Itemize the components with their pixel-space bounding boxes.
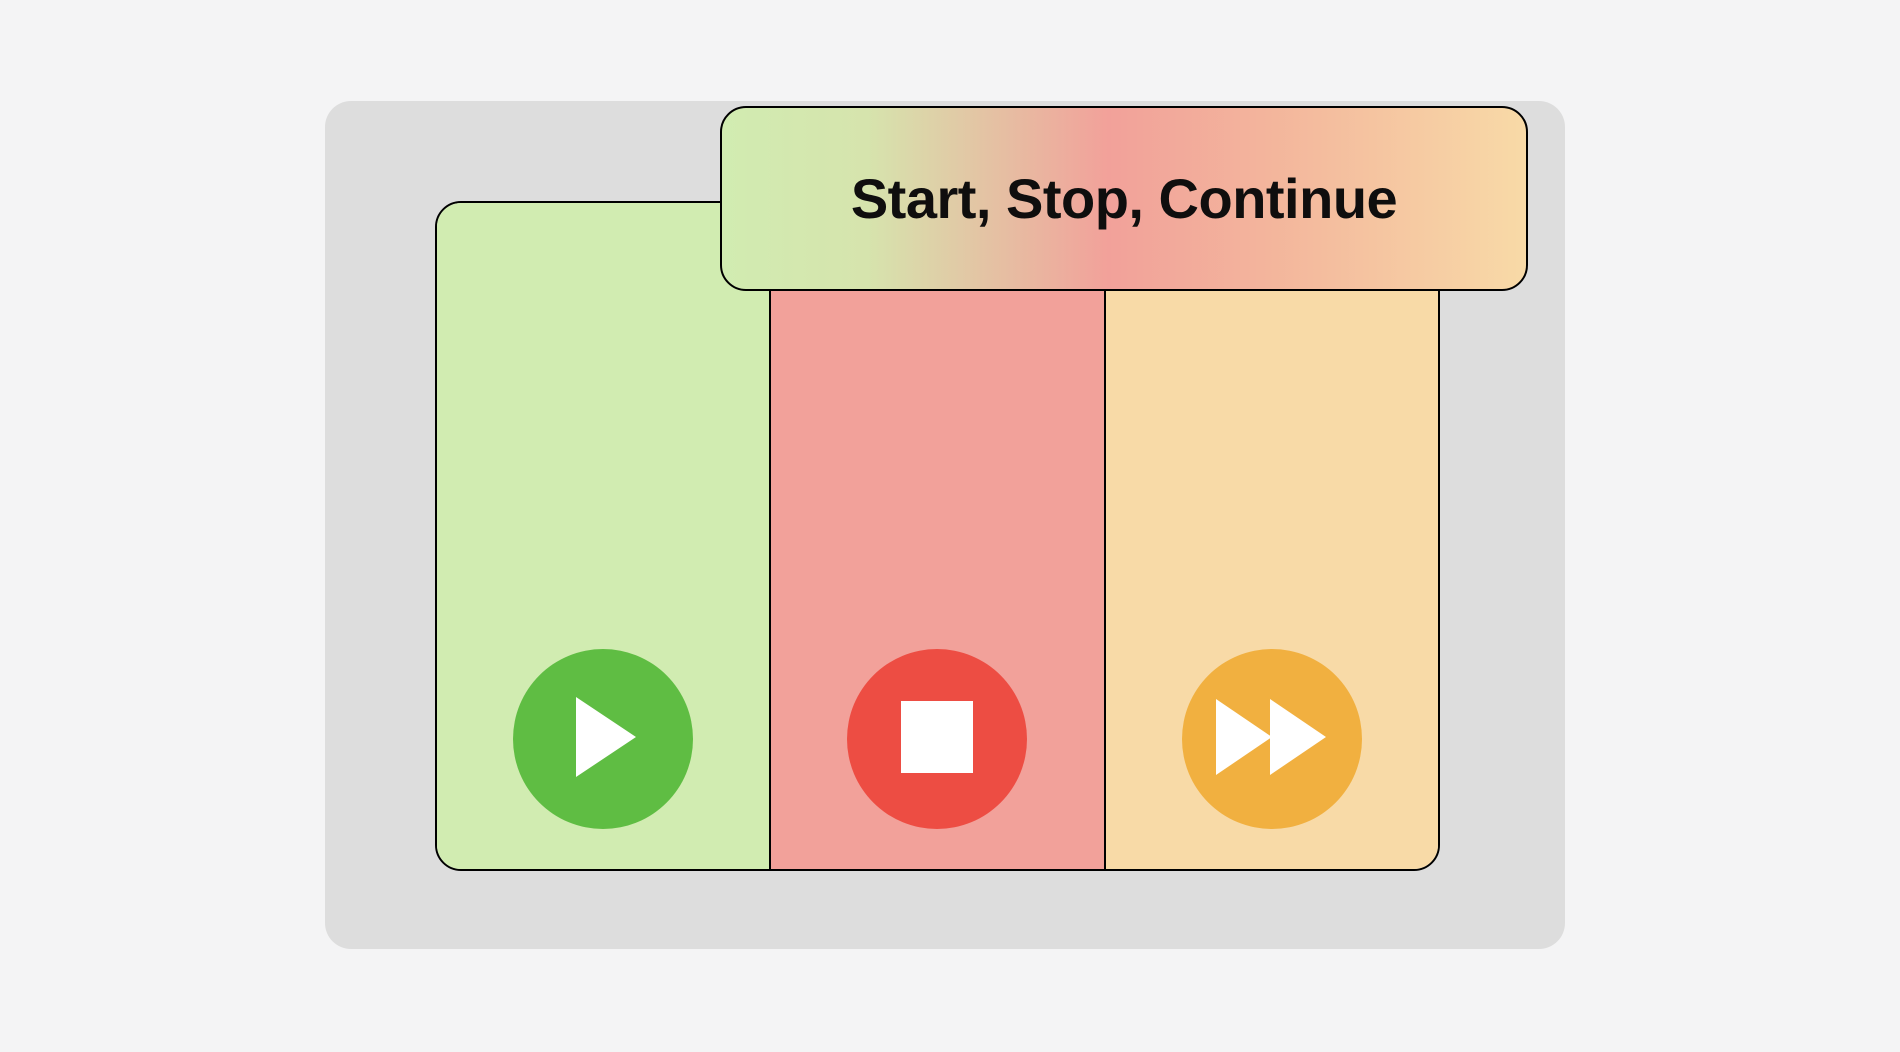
continue-button[interactable] <box>1182 649 1362 829</box>
panels-container <box>435 201 1440 871</box>
play-icon <box>568 697 638 782</box>
stop-panel <box>769 203 1105 869</box>
stop-button[interactable] <box>847 649 1027 829</box>
start-button[interactable] <box>513 649 693 829</box>
fast-forward-icon <box>1212 697 1332 782</box>
start-panel <box>437 203 769 869</box>
continue-panel <box>1106 203 1438 869</box>
diagram-stage: Start, Stop, Continue <box>325 101 1575 951</box>
title-text: Start, Stop, Continue <box>851 166 1397 231</box>
title-bar: Start, Stop, Continue <box>720 106 1528 291</box>
stop-icon <box>901 701 973 778</box>
